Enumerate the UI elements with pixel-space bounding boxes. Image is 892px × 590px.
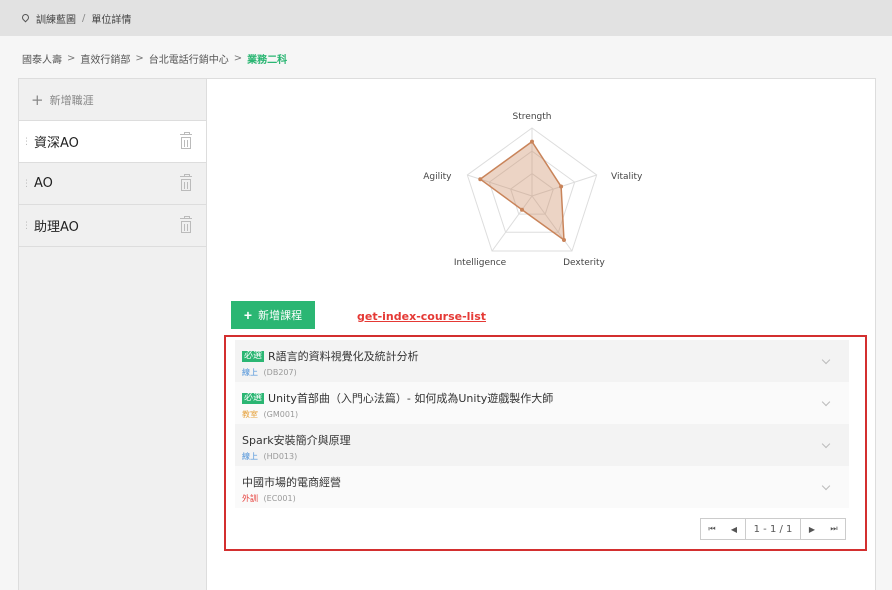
breadcrumb-current: 業務二科 [247,55,288,66]
drag-handle-icon[interactable]: ⋮ [22,221,31,231]
course-title: R語言的資料視覺化及統計分析 [268,350,419,363]
radar-point [559,184,564,189]
course-item[interactable]: 必選 R語言的資料視覺化及統計分析 線上 (DB207) [235,340,849,382]
course-title: Spark安裝簡介與原理 [242,434,351,447]
role-label: 資深AO [34,136,79,151]
course-item[interactable]: 必選 Unity首部曲（入門心法篇）- 如何成為Unity遊戲製作大師 教室 (… [235,382,849,424]
breadcrumb-arrow: > [233,53,243,64]
plus-icon: + [243,307,253,323]
course-type: 教室 [242,410,258,419]
radar-axis-label: Vitality [611,172,643,182]
topbar-separator: / [82,12,86,24]
breadcrumb-arrow: > [67,53,76,64]
radar-axis-label: Strength [513,112,552,122]
drag-handle-icon[interactable]: ⋮ [22,137,31,147]
course-code: (EC001) [263,494,296,503]
radar-axis-label: Agility [423,172,452,182]
radar-point [530,139,534,144]
top-bar: 訓練藍圖 / 單位詳情 [0,0,892,36]
topbar-section[interactable]: 訓練藍圖 [36,11,76,26]
course-type: 線上 [242,452,258,461]
add-course-label: 新增課程 [258,310,303,322]
breadcrumb-item-1[interactable]: 國泰人壽 [22,51,62,66]
course-code: (DB207) [263,368,297,377]
course-list: 必選 R語言的資料視覺化及統計分析 線上 (DB207) 必選 Unity首部曲… [235,340,849,508]
course-type: 線上 [242,368,258,377]
page-info: 1 - 1 / 1 [745,519,801,539]
course-title: Unity首部曲（入門心法篇）- 如何成為Unity遊戲製作大師 [268,392,554,405]
add-role-button[interactable]: + 新增職涯 [19,79,206,121]
topbar-page: 單位詳情 [91,14,132,26]
breadcrumb: 國泰人壽 > 直效行銷部 > 台北電話行銷中心 > 業務二科 [22,51,287,66]
required-badge: 必選 [242,350,265,362]
plus-icon: + [31,90,44,109]
trash-icon[interactable] [180,132,192,149]
sidebar-item-assistant-ao[interactable]: ⋮ 助理AO [19,205,206,247]
radar-point [520,207,525,212]
course-item[interactable]: 中國市場的電商經營 外訓 (EC001) [235,466,849,508]
required-badge: 必選 [242,392,265,404]
course-item[interactable]: Spark安裝簡介與原理 線上 (HD013) [235,424,849,466]
trash-icon[interactable] [180,216,192,233]
breadcrumb-item-2[interactable]: 直效行銷部 [80,51,130,66]
pagination: ⏮ ◀ 1 - 1 / 1 ▶ ⏭ [700,518,846,540]
radar-point [478,177,483,182]
next-page-button[interactable]: ▶ [801,519,823,539]
radar-axis-label: Intelligence [454,258,507,268]
drag-handle-icon[interactable]: ⋮ [22,179,31,189]
first-page-button[interactable]: ⏮ [701,519,723,539]
add-role-label: 新增職涯 [49,93,94,107]
radar-axis-label: Dexterity [563,258,605,268]
breadcrumb-item-3[interactable]: 台北電話行銷中心 [149,51,229,66]
add-course-button[interactable]: + 新增課程 [231,301,315,329]
role-sidebar: + 新增職涯 ⋮ 資深AO ⋮ AO ⋮ 助理AO [18,78,207,590]
sidebar-item-ao[interactable]: ⋮ AO [19,163,206,205]
trash-icon[interactable] [180,174,192,191]
course-title: 中國市場的電商經營 [242,476,341,489]
sidebar-item-senior-ao[interactable]: ⋮ 資深AO [19,121,206,163]
role-label: 助理AO [34,220,79,235]
location-pin-icon [20,12,31,22]
course-code: (HD013) [263,452,298,461]
prev-page-button[interactable]: ◀ [723,519,745,539]
radar-point [561,238,566,243]
annotation-label: get-index-course-list [357,310,487,323]
radar-chart: Strength Vitality Dexterity Intelligence Agi… [423,112,643,268]
role-label: AO [34,176,53,191]
course-code: (GM001) [263,410,299,419]
course-type: 外訓 [242,494,258,503]
breadcrumb-arrow: > [135,53,144,64]
last-page-button[interactable]: ⏭ [823,519,845,539]
